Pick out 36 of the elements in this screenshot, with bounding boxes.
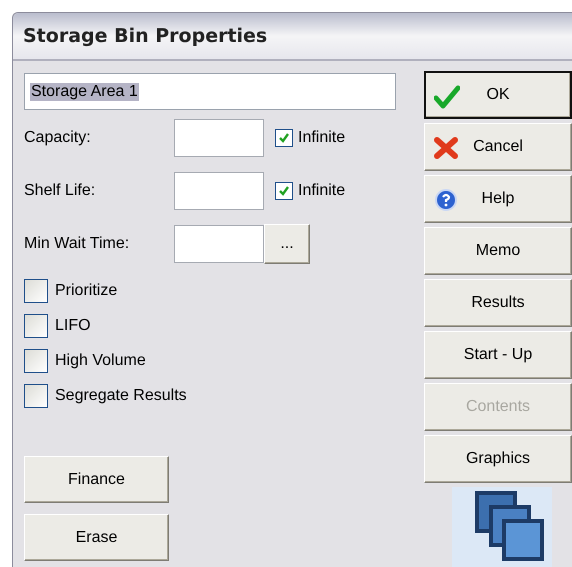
- input-field[interactable]: [174, 172, 264, 210]
- field-label: Shelf Life:: [24, 182, 96, 200]
- window-title: Storage Bin Properties: [23, 25, 268, 47]
- checkbox[interactable]: [24, 349, 48, 373]
- help-icon: [433, 188, 459, 212]
- checkbox-label: Infinite: [298, 182, 346, 200]
- checkbox-label: LIFO: [55, 317, 91, 335]
- dialog-button[interactable]: Results: [424, 279, 572, 327]
- checkmark-icon: [277, 184, 291, 198]
- field-label: Min Wait Time:: [24, 235, 130, 253]
- checkbox[interactable]: [24, 384, 48, 408]
- checkbox-label: High Volume: [55, 352, 146, 370]
- checkbox[interactable]: [24, 279, 48, 303]
- action-button[interactable]: Erase: [24, 514, 169, 561]
- stacked-squares-icon: [452, 487, 552, 567]
- input-field[interactable]: [174, 119, 264, 157]
- name-field[interactable]: Storage Area 1: [24, 73, 396, 110]
- dialog-button[interactable]: Help: [424, 175, 572, 223]
- checkmark-icon: [277, 131, 291, 145]
- dialog-button[interactable]: Start - Up: [424, 331, 572, 379]
- checkbox-label: Segregate Results: [55, 387, 187, 405]
- dialog-button[interactable]: OK: [424, 71, 572, 119]
- check-icon: [434, 85, 460, 109]
- browse-button[interactable]: ...: [264, 224, 310, 264]
- checkbox[interactable]: [275, 182, 293, 200]
- action-button[interactable]: Finance: [24, 456, 169, 503]
- checkbox-label: Infinite: [298, 129, 346, 147]
- checkbox-label: Prioritize: [55, 282, 118, 300]
- checkbox[interactable]: [275, 129, 293, 147]
- dialog-button[interactable]: Memo: [424, 227, 572, 275]
- field-label: Capacity:: [24, 129, 92, 147]
- dialog-button[interactable]: Graphics: [424, 435, 572, 483]
- input-field[interactable]: [174, 225, 264, 263]
- checkbox[interactable]: [24, 314, 48, 338]
- dialog-button[interactable]: Cancel: [424, 123, 572, 171]
- close-icon: [433, 136, 459, 160]
